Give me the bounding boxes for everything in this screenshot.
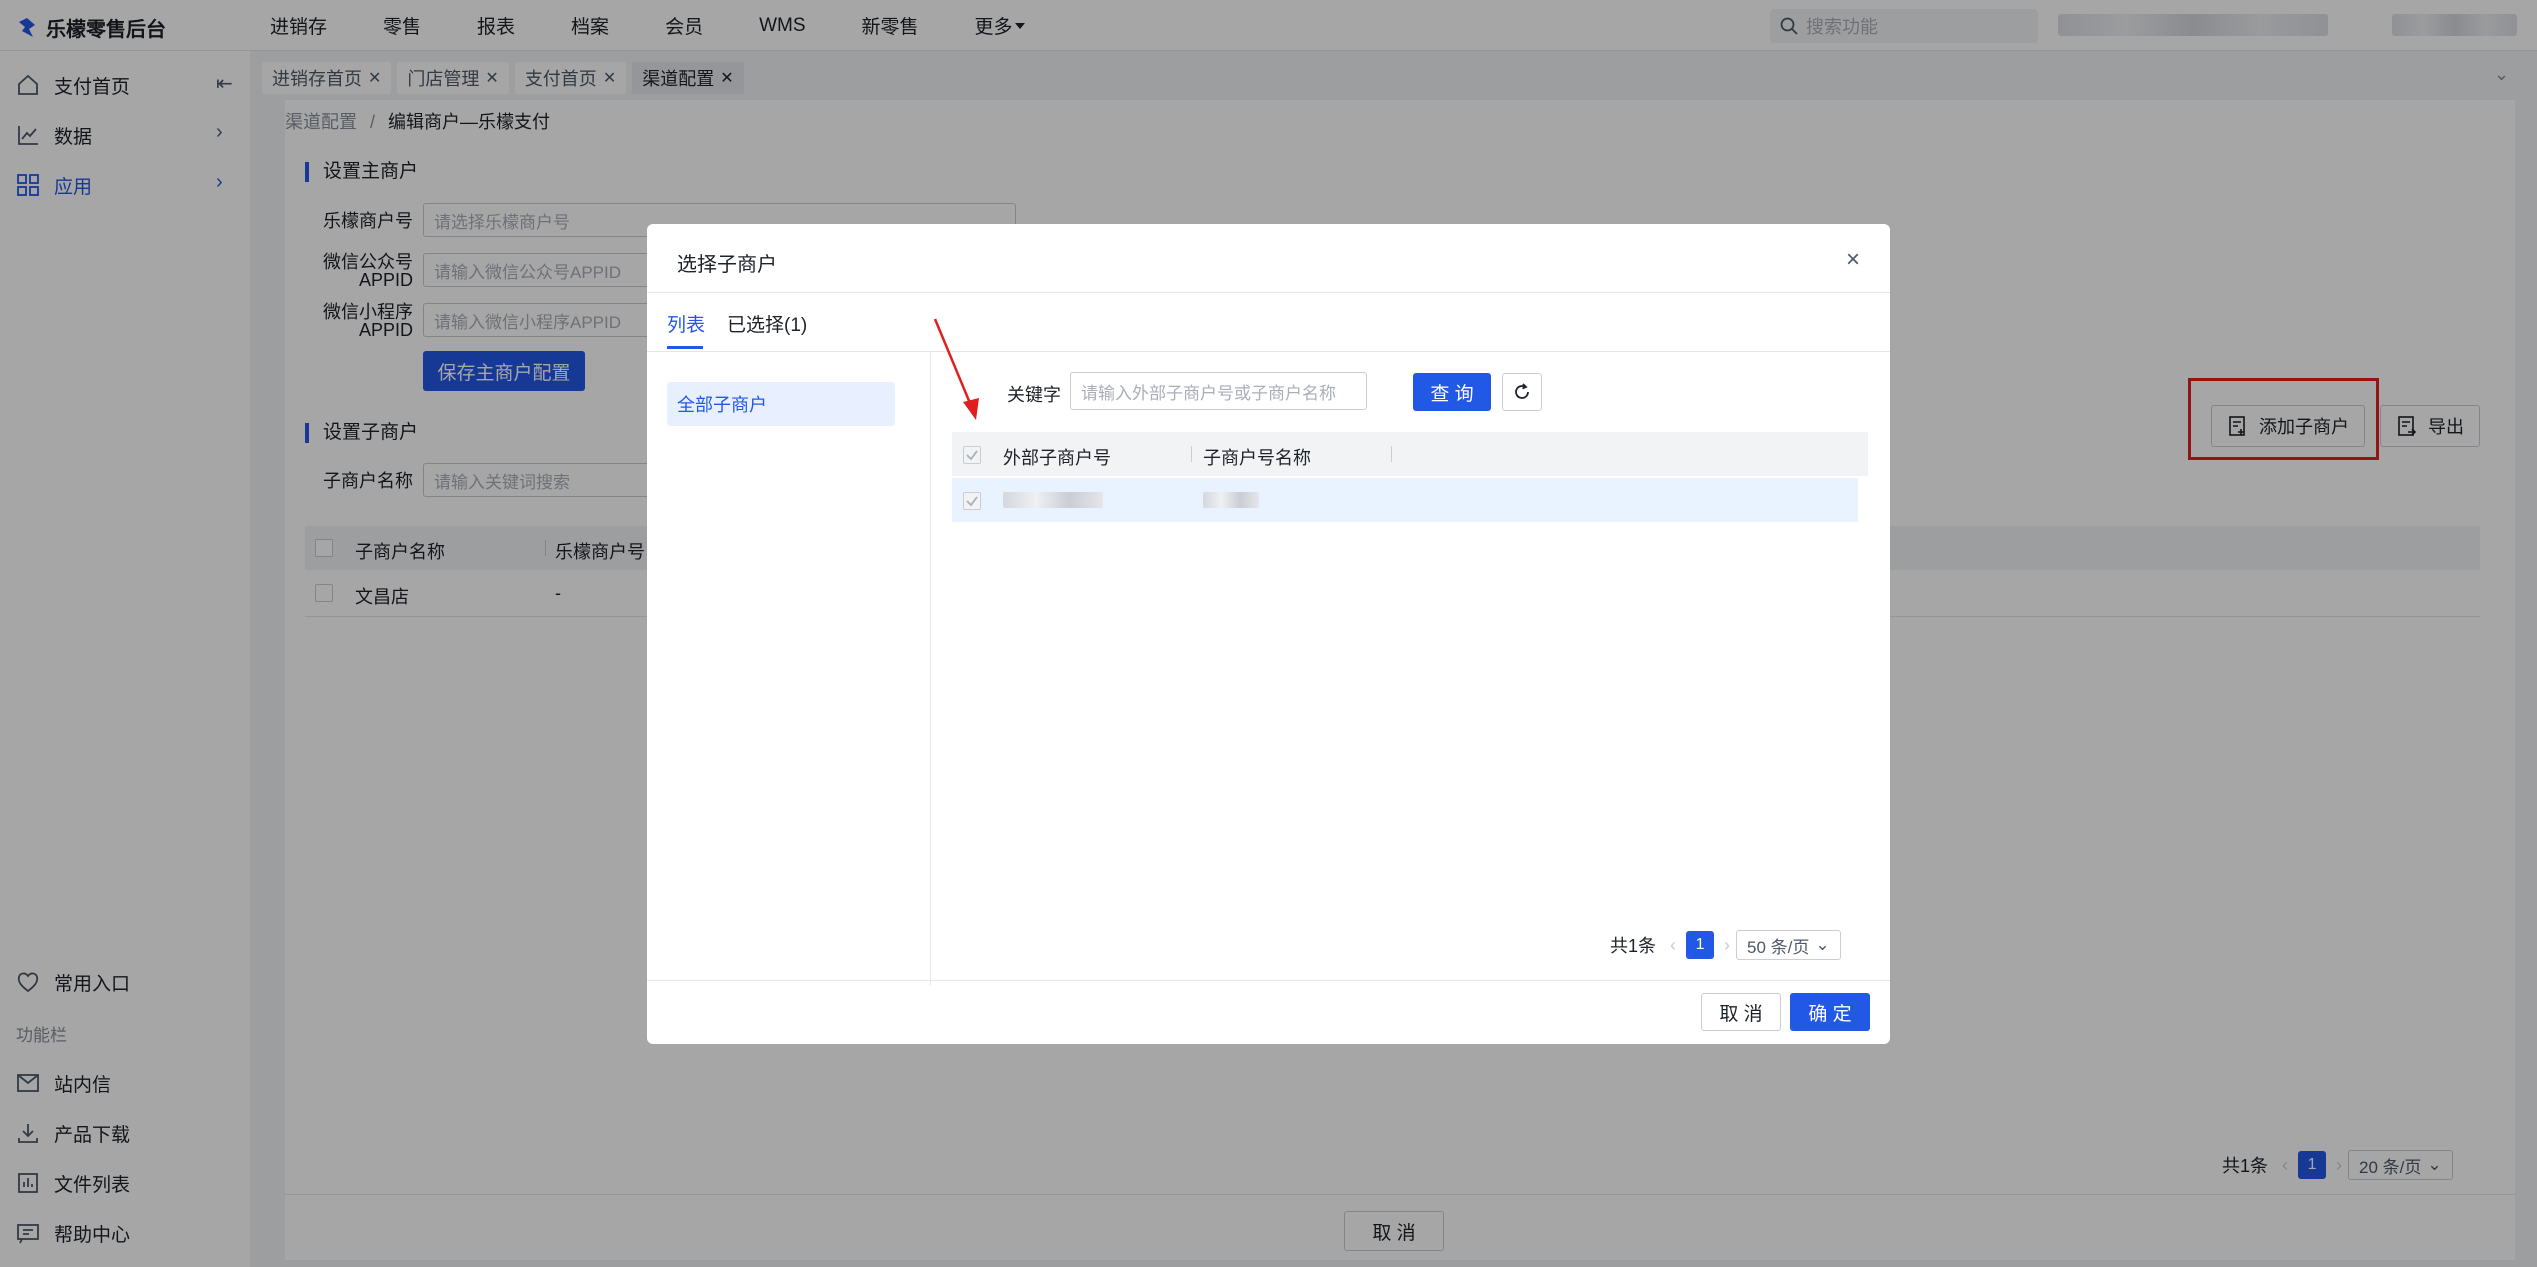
keyword-placeholder: 请输入外部子商户号或子商户名称 — [1081, 383, 1336, 403]
tab-divider — [647, 351, 1890, 352]
dialog-footer-divider — [647, 980, 1890, 981]
page-size-select[interactable]: 50 条/页 ⌄ — [1736, 930, 1841, 960]
column-divider — [1191, 446, 1192, 462]
column-divider — [1391, 446, 1392, 462]
column-header: 外部子商户号 — [1003, 448, 1111, 468]
row-checkbox[interactable] — [963, 492, 981, 510]
column-header: 子商户号名称 — [1203, 448, 1311, 468]
keyword-input[interactable]: 请输入外部子商户号或子商户名称 — [1070, 372, 1367, 410]
refresh-icon — [1515, 383, 1529, 399]
refresh-button[interactable] — [1502, 373, 1542, 411]
check-icon — [966, 450, 978, 461]
all-sub-merchants-item[interactable]: 全部子商户 — [667, 382, 895, 426]
dialog-title: 选择子商户 — [677, 254, 777, 276]
prev-page-icon[interactable]: ‹ — [1670, 935, 1676, 956]
blurred-merchant-no — [1003, 492, 1103, 508]
check-icon — [966, 496, 978, 507]
close-icon[interactable]: × — [1846, 246, 1860, 274]
select-all-checkbox[interactable] — [963, 446, 981, 464]
chevron-down-icon: ⌄ — [1815, 935, 1830, 954]
red-arrow-annotation — [933, 318, 979, 420]
pager-total: 共1条 — [1610, 936, 1657, 956]
next-page-icon[interactable]: › — [1724, 935, 1730, 956]
dialog-cancel-button[interactable]: 取 消 — [1701, 993, 1781, 1031]
page-size-label: 50 条/页 — [1747, 937, 1810, 957]
query-button[interactable]: 查 询 — [1413, 373, 1491, 411]
blurred-merchant-name — [1203, 492, 1259, 508]
page-number[interactable]: 1 — [1686, 931, 1715, 959]
panel-divider — [930, 352, 931, 985]
dialog-header-divider — [647, 292, 1890, 293]
dialog-confirm-button[interactable]: 确 定 — [1790, 993, 1870, 1031]
active-tab-indicator — [667, 346, 703, 349]
tab-selected[interactable]: 已选择(1) — [727, 310, 807, 337]
keyword-label: 关键字 — [1007, 385, 1061, 405]
dialog-pagination: 共1条 ‹ 1 › 50 条/页 ⌄ — [1610, 930, 1841, 960]
tab-list[interactable]: 列表 — [667, 310, 705, 337]
select-sub-merchant-dialog: 选择子商户 × 列表 已选择(1) 全部子商户 关键字 请输入外部子商户号或子商… — [647, 224, 1890, 1044]
